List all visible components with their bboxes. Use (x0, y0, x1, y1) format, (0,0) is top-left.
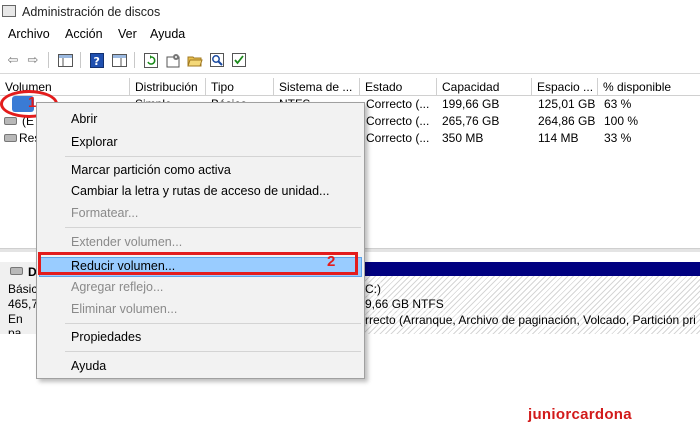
column-tipo[interactable]: Tipo (206, 78, 274, 96)
column-distribucion[interactable]: Distribución (130, 78, 206, 96)
folder-open-icon[interactable] (186, 51, 204, 69)
partition-c[interactable]: C:) 9,66 GB NTFS rrecto (Arranque, Archi… (364, 276, 700, 334)
window-title: Administración de discos (22, 5, 161, 19)
cell-status: Correcto (... (366, 114, 430, 128)
menu-item-explorar[interactable]: Explorar (71, 135, 118, 149)
menu-item-marcar-activa[interactable]: Marcar partición como activa (71, 163, 231, 177)
partition-size: 9,66 GB NTFS (365, 297, 444, 311)
disk-management-app-icon (2, 5, 16, 17)
forward-arrow-icon[interactable]: ⇨ (24, 51, 42, 69)
menu-bar: Archivo Acción Ver Ayuda (0, 24, 700, 46)
cell-capacity: 350 MB (442, 131, 484, 145)
annotation-step-2: 2 (327, 253, 336, 270)
menu-separator (65, 351, 361, 352)
menu-item-extender-volumen: Extender volumen... (71, 235, 183, 249)
context-menu: Abrir Explorar Marcar partición como act… (36, 102, 365, 379)
disk-type-text: Básic (8, 282, 38, 296)
cell-percent: 33 % (604, 131, 632, 145)
menu-accion[interactable]: Acción (65, 27, 103, 41)
refresh-icon[interactable] (142, 51, 160, 69)
help-icon[interactable]: ? (88, 51, 106, 69)
menu-item-cambiar-letra[interactable]: Cambiar la letra y rutas de acceso de un… (71, 184, 329, 198)
menu-item-abrir[interactable]: Abrir (71, 112, 97, 126)
menu-separator (65, 323, 361, 324)
cell-free: 125,01 GB (538, 97, 596, 111)
properties-icon[interactable] (110, 51, 128, 69)
menu-item-agregar-reflejo: Agregar reflejo... (71, 280, 164, 294)
column-capacidad[interactable]: Capacidad (437, 78, 532, 96)
toolbar-separator (134, 52, 135, 68)
title-bar: Administración de discos (0, 0, 700, 24)
menu-archivo[interactable]: Archivo (8, 27, 50, 41)
cell-status: Correcto (... (366, 97, 430, 111)
annotation-highlight-box (38, 252, 358, 275)
menu-item-eliminar-volumen: Eliminar volumen... (71, 302, 178, 316)
watermark-text: juniorcardona (528, 406, 632, 423)
partition-letter: C:) (365, 282, 381, 296)
menu-item-propiedades[interactable]: Propiedades (71, 330, 141, 344)
menu-item-formatear: Formatear... (71, 206, 139, 220)
cell-percent: 63 % (604, 97, 632, 111)
disk-icon (10, 267, 23, 275)
back-arrow-icon[interactable]: ⇦ (4, 51, 22, 69)
column-espacio[interactable]: Espacio ... (532, 78, 598, 96)
checklist-icon[interactable] (230, 51, 248, 69)
column-estado[interactable]: Estado (360, 78, 437, 96)
volume-icon (4, 117, 17, 125)
menu-ayuda[interactable]: Ayuda (150, 27, 185, 41)
console-tree-icon[interactable] (56, 51, 74, 69)
cell-status: Correcto (... (366, 131, 430, 145)
cell-capacity: 199,66 GB (442, 97, 500, 111)
column-sistema-archivos[interactable]: Sistema de ... (274, 78, 360, 96)
disk-info-panel[interactable]: D Básic 465,7 En pa (0, 262, 39, 340)
cell-percent: 100 % (604, 114, 639, 128)
toolbar-separator (80, 52, 81, 68)
disk-size-text: 465,7 (8, 297, 39, 311)
search-icon[interactable] (208, 51, 226, 69)
toolbar-separator (48, 52, 49, 68)
cell-free: 114 MB (538, 131, 579, 145)
column-porcentaje[interactable]: % disponible (598, 78, 700, 96)
menu-item-ayuda[interactable]: Ayuda (71, 359, 106, 373)
volume-list-header: Volumen Distribución Tipo Sistema de ...… (0, 78, 700, 96)
volume-icon (4, 134, 17, 142)
toolbar: ⇦ ⇨ ? (0, 46, 700, 74)
menu-separator (65, 156, 361, 157)
cell-free: 264,86 GB (538, 114, 596, 128)
svg-text:?: ? (94, 55, 100, 68)
cell-capacity: 265,76 GB (442, 114, 500, 128)
menu-ver[interactable]: Ver (118, 27, 137, 41)
partition-status: rrecto (Arranque, Archivo de paginación,… (365, 313, 696, 327)
menu-separator (65, 227, 361, 228)
settings-icon[interactable] (164, 51, 182, 69)
